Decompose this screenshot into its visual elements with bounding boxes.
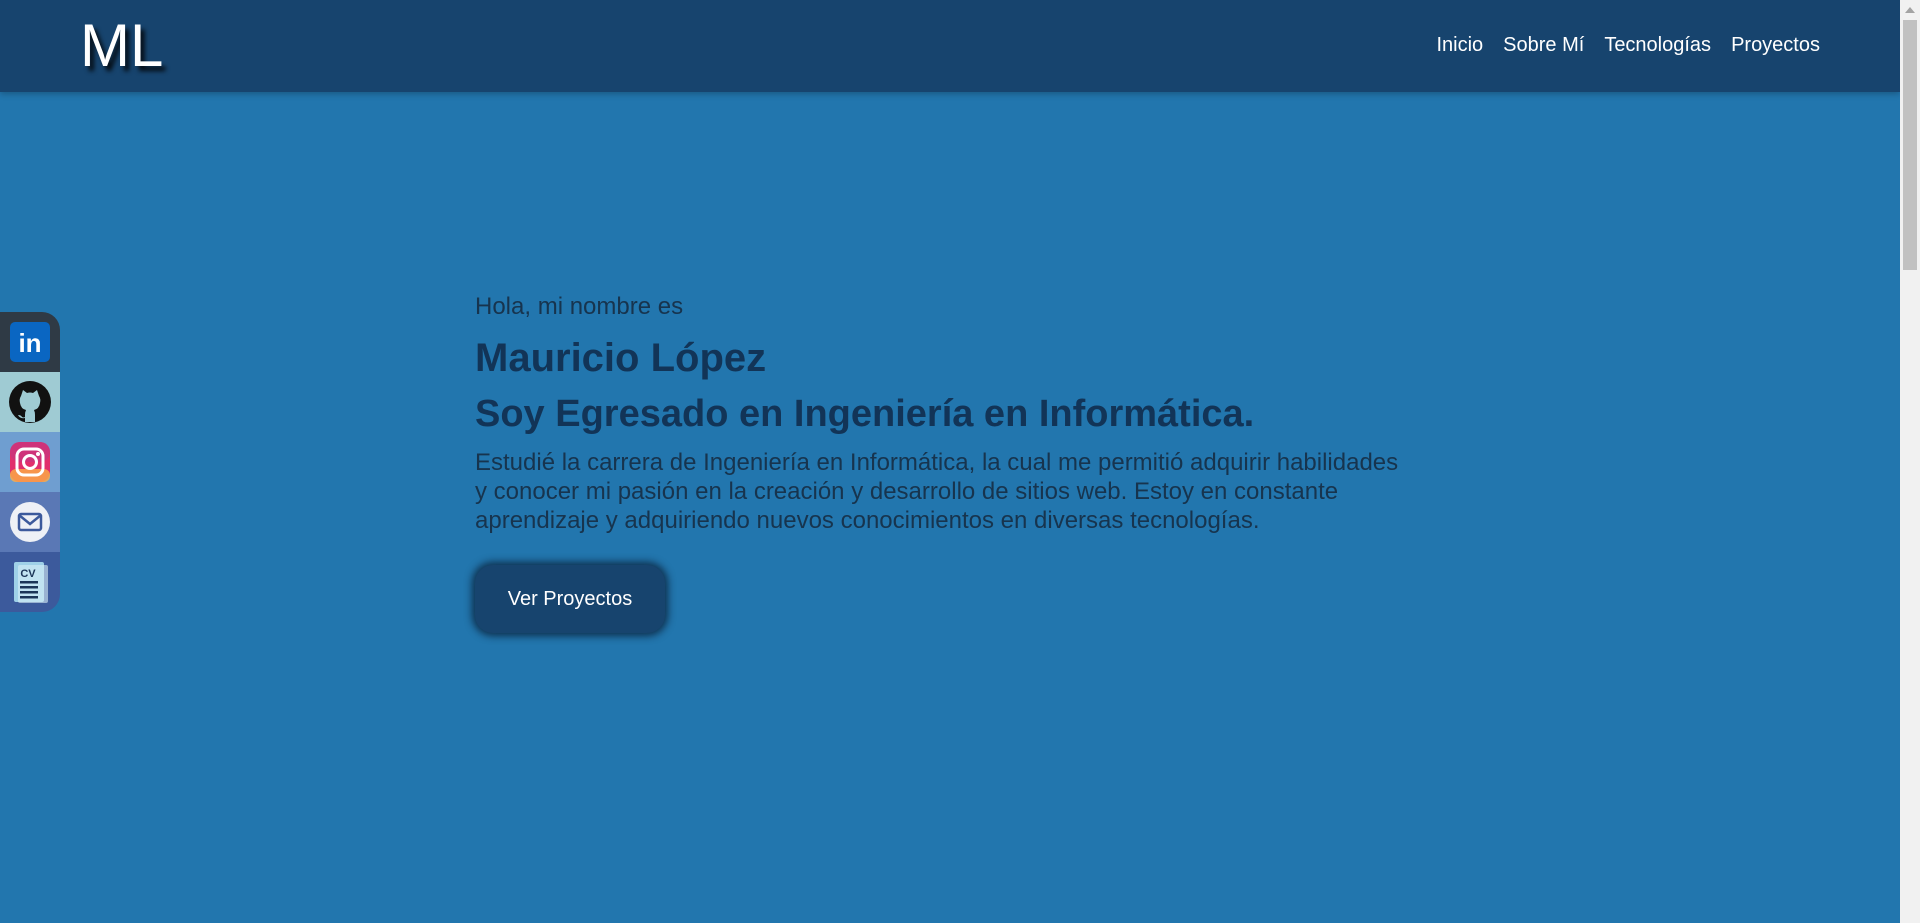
nav-link-tecnologias[interactable]: Tecnologías (1604, 32, 1711, 58)
hero-role: Soy Egresado en Ingeniería en Informátic… (475, 393, 1255, 435)
scrollbar-thumb[interactable] (1903, 20, 1917, 270)
cv-label: CV (20, 568, 36, 580)
social-link-email[interactable] (0, 492, 60, 552)
github-icon (9, 381, 51, 423)
main-nav: Inicio Sobre Mí Tecnologías Proyectos (1436, 32, 1820, 58)
nav-link-inicio[interactable]: Inicio (1436, 32, 1483, 58)
mail-icon (10, 502, 50, 542)
hero-name: Mauricio López (475, 336, 767, 380)
hero-section: Hola, mi nombre es Mauricio López Soy Eg… (475, 292, 1415, 633)
scroll-up-arrow-icon[interactable] (1900, 0, 1920, 20)
scroll-down-arrow-icon[interactable] (1900, 903, 1920, 923)
hero-greeting: Hola, mi nombre es (475, 293, 684, 320)
social-sidebar: in CV (0, 312, 60, 612)
social-link-instagram[interactable] (0, 432, 60, 492)
nav-link-proyectos[interactable]: Proyectos (1731, 32, 1820, 58)
social-link-github[interactable] (0, 372, 60, 432)
social-link-linkedin[interactable]: in (0, 312, 60, 372)
linkedin-label: in (18, 328, 41, 358)
social-link-cv[interactable]: CV (0, 552, 60, 612)
navbar: ML Inicio Sobre Mí Tecnologías Proyectos (0, 0, 1900, 92)
ver-proyectos-button[interactable]: Ver Proyectos (475, 565, 665, 633)
cv-icon: CV (14, 562, 48, 603)
instagram-icon (10, 442, 50, 482)
site-logo[interactable]: ML (80, 10, 163, 82)
nav-link-sobre-mi[interactable]: Sobre Mí (1503, 32, 1584, 58)
hero-description: Estudié la carrera de Ingeniería en Info… (475, 449, 1399, 534)
page-scrollbar[interactable] (1900, 0, 1920, 923)
linkedin-icon: in (10, 322, 50, 362)
